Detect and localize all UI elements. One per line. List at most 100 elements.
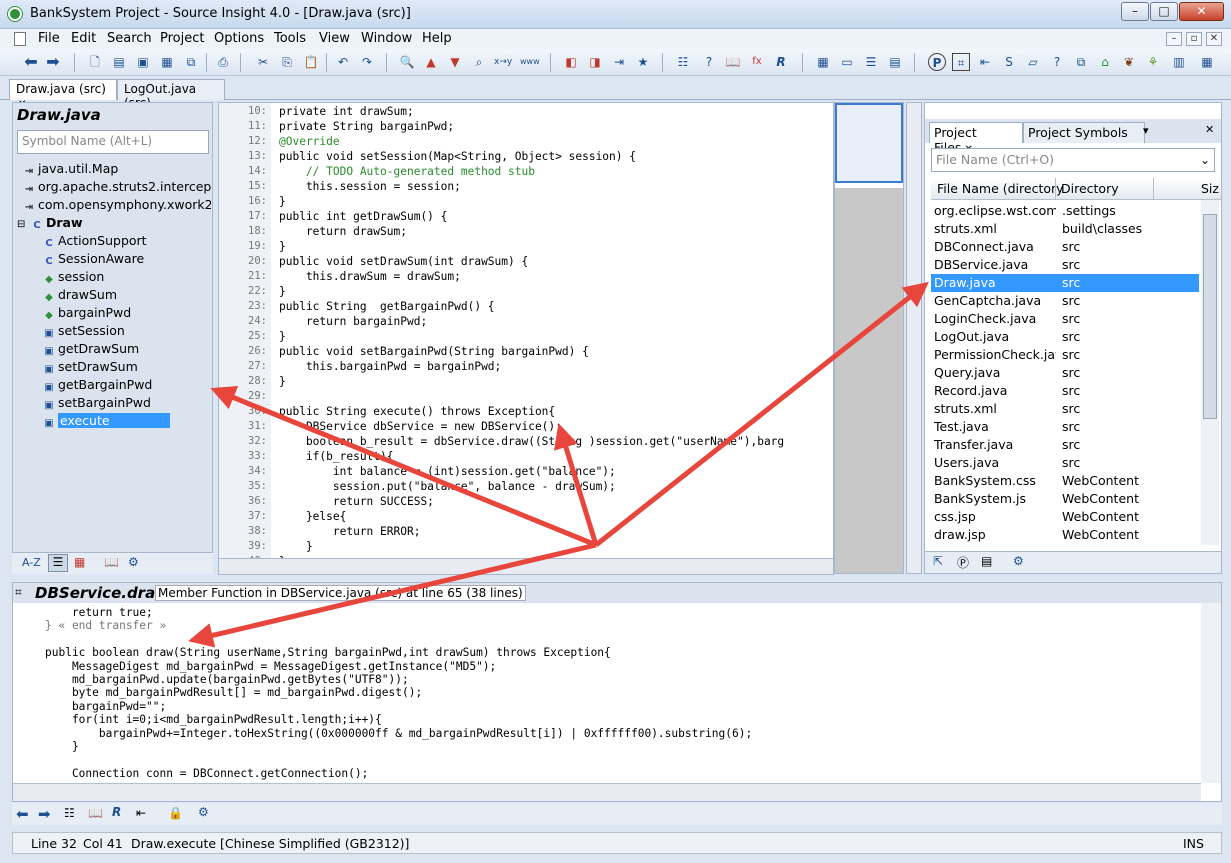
- find-next-icon[interactable]: ▼: [446, 53, 464, 71]
- tree-item[interactable]: ▣ setDrawSum: [17, 358, 211, 376]
- editor-vertical-scrollbar[interactable]: [906, 102, 922, 574]
- file-row[interactable]: PermissionCheck.jav src: [931, 346, 1199, 364]
- file-row[interactable]: Query.java src: [931, 364, 1199, 382]
- file-row[interactable]: BankSystem.js WebContent: [931, 490, 1199, 508]
- menu-project[interactable]: Project: [160, 31, 204, 46]
- context-horizontal-scrollbar[interactable]: [13, 783, 1201, 801]
- tree-item[interactable]: ◆ session: [17, 268, 211, 286]
- jump-icon[interactable]: ⇥: [610, 53, 628, 71]
- file-row[interactable]: LoginCheck.java src: [931, 310, 1199, 328]
- menu-help[interactable]: Help: [422, 31, 452, 46]
- code-editor[interactable]: 10: 11: 12: 13: 14: 15: 16: 17: 18: 19: 20: 21: 22: 2…: [218, 102, 834, 574]
- bookmark-next-icon[interactable]: ◨: [586, 53, 604, 71]
- tree-item[interactable]: ◆ bargainPwd: [17, 304, 211, 322]
- close-button[interactable]: ✕: [1179, 2, 1224, 21]
- menu-options[interactable]: Options: [214, 31, 264, 46]
- mdi-restore-button[interactable]: ▫: [1186, 32, 1202, 46]
- bookmark-prev-icon[interactable]: ◧: [562, 53, 580, 71]
- category-icon[interactable]: ▦: [74, 555, 85, 569]
- column-size[interactable]: Siz: [1201, 181, 1219, 196]
- column-directory[interactable]: Directory: [1061, 181, 1119, 196]
- maximize-button[interactable]: □: [1150, 2, 1178, 21]
- file-row[interactable]: Draw.java src: [931, 274, 1199, 292]
- tree-item[interactable]: ⊟ C Draw: [17, 214, 211, 232]
- tab-project-symbols[interactable]: Project Symbols: [1023, 122, 1145, 143]
- collapse-icon[interactable]: ⊟: [17, 216, 31, 232]
- bird-icon[interactable]: ❦: [1120, 53, 1138, 71]
- book-icon[interactable]: 📖: [724, 53, 742, 71]
- overview-visible-region[interactable]: [835, 103, 903, 183]
- tree-item[interactable]: ⇥ org.apache.struts2.intercepto: [17, 178, 211, 196]
- back-icon[interactable]: ⬅: [16, 805, 29, 823]
- file-row[interactable]: struts.xml build\classes: [931, 220, 1199, 238]
- redo-icon[interactable]: ↷: [358, 53, 376, 71]
- relation-icon[interactable]: R: [112, 805, 121, 819]
- tree-item[interactable]: ▣ getDrawSum: [17, 340, 211, 358]
- close-icon[interactable]: ✕: [1205, 123, 1214, 136]
- open-icon[interactable]: ▤: [110, 53, 128, 71]
- references-icon[interactable]: ☷: [674, 53, 692, 71]
- tab-draw-java[interactable]: Draw.java (src) ✕: [9, 79, 117, 110]
- list-view-icon[interactable]: ☰: [48, 554, 68, 572]
- context-icon[interactable]: ⇤: [136, 806, 146, 820]
- save-icon[interactable]: ▣: [134, 53, 152, 71]
- file-row[interactable]: Transfer.java src: [931, 436, 1199, 454]
- file-name-search-input[interactable]: File Name (Ctrl+O): [931, 148, 1215, 172]
- function-icon[interactable]: fx: [748, 53, 766, 71]
- file-row[interactable]: Test.java src: [931, 418, 1199, 436]
- tree-item[interactable]: ⇥ com.opensymphony.xwork2.: [17, 196, 211, 214]
- columns-icon[interactable]: ▥: [1170, 53, 1188, 71]
- tab-logout-java[interactable]: LogOut.java (src): [117, 79, 225, 110]
- replace-icon[interactable]: x→y: [494, 53, 512, 71]
- project-icon[interactable]: P: [928, 53, 946, 71]
- gear-icon[interactable]: ⚙: [198, 805, 209, 819]
- layout-1-icon[interactable]: ▦: [814, 53, 832, 71]
- search-files-icon[interactable]: ⌕: [470, 53, 488, 71]
- list-icon[interactable]: ▤: [981, 554, 992, 568]
- search-web-icon[interactable]: www: [520, 53, 540, 71]
- layout-3-icon[interactable]: ☰: [862, 53, 880, 71]
- file-row[interactable]: GenCaptcha.java src: [931, 292, 1199, 310]
- menu-file[interactable]: File: [38, 31, 60, 46]
- scrollbar-thumb[interactable]: [1203, 214, 1217, 419]
- file-row[interactable]: css.jsp WebContent: [931, 508, 1199, 526]
- home-icon[interactable]: ⌂: [1096, 53, 1114, 71]
- minimize-button[interactable]: –: [1121, 2, 1149, 21]
- find-prev-icon[interactable]: ▲: [422, 53, 440, 71]
- lock-icon[interactable]: 🔒: [168, 806, 183, 820]
- tree-item[interactable]: ▣ getBargainPwd: [17, 376, 211, 394]
- layout-4-icon[interactable]: ▤: [886, 53, 904, 71]
- tree-icon[interactable]: ⚘: [1144, 53, 1162, 71]
- file-row[interactable]: Record.java src: [931, 382, 1199, 400]
- gear-icon[interactable]: ⚙: [128, 555, 139, 569]
- file-row[interactable]: struts.xml src: [931, 400, 1199, 418]
- chevron-down-icon[interactable]: ⌄: [1200, 153, 1210, 167]
- chevron-down-icon[interactable]: ▾: [1143, 124, 1149, 137]
- tree-item[interactable]: ▣ setBargainPwd: [17, 394, 211, 412]
- save-all-icon[interactable]: ▦: [158, 53, 176, 71]
- overview-scroller[interactable]: [834, 102, 904, 574]
- sync-icon[interactable]: ⧉: [182, 53, 200, 71]
- menu-window[interactable]: Window: [361, 31, 412, 46]
- book-icon[interactable]: 📖: [88, 806, 103, 820]
- tree-item[interactable]: ▣ execute: [17, 412, 211, 430]
- project-icon[interactable]: Ⓟ: [957, 554, 969, 571]
- file-list-scrollbar[interactable]: [1201, 200, 1219, 545]
- references-icon[interactable]: ☷: [64, 806, 75, 820]
- file-row[interactable]: Users.java src: [931, 454, 1199, 472]
- mdi-close-button[interactable]: ✕: [1206, 32, 1222, 46]
- sort-az-button[interactable]: A-Z: [22, 556, 41, 569]
- window-icon[interactable]: ⧉: [1072, 53, 1090, 71]
- menu-edit[interactable]: Edit: [71, 31, 96, 46]
- tree-item[interactable]: ▣ setSession: [17, 322, 211, 340]
- back-icon[interactable]: ⬅: [22, 53, 40, 71]
- paste-icon[interactable]: 📋: [302, 53, 320, 71]
- copy-icon[interactable]: ⎘: [278, 53, 296, 71]
- column-divider[interactable]: [1055, 178, 1056, 200]
- context-vertical-scrollbar[interactable]: [1201, 603, 1221, 783]
- book-icon[interactable]: 📖: [104, 555, 119, 569]
- forward-icon[interactable]: ➡: [44, 53, 62, 71]
- lookup-icon[interactable]: ?: [700, 53, 718, 71]
- gear-icon[interactable]: ⚙: [1013, 554, 1024, 568]
- tab-project-files[interactable]: Project Files✕: [929, 122, 1023, 155]
